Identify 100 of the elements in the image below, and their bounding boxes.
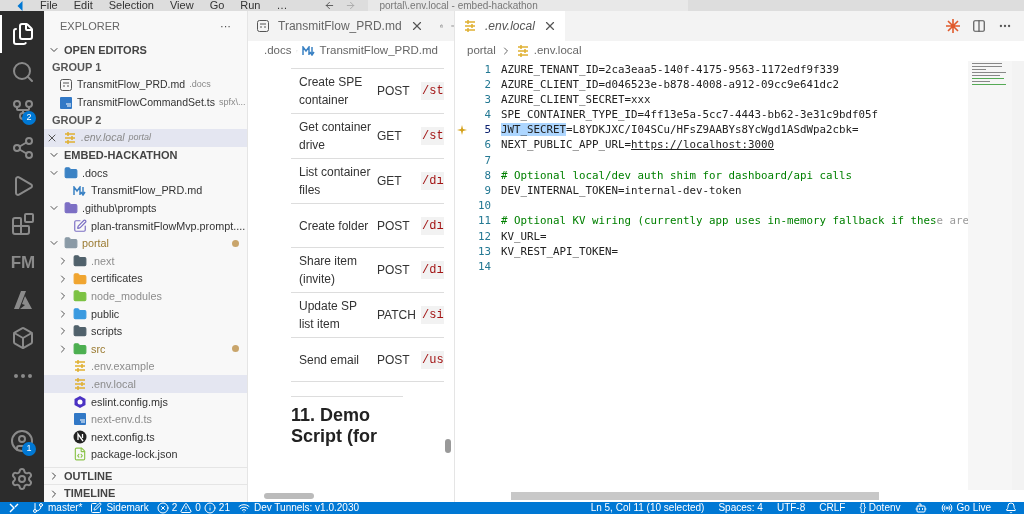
table-cell-text: Share item (invite) bbox=[298, 253, 359, 288]
tree-item[interactable]: portal bbox=[44, 234, 247, 253]
split-editor-icon[interactable] bbox=[972, 19, 986, 33]
code-line: KV_URL= bbox=[501, 228, 547, 245]
azure-icon[interactable] bbox=[11, 288, 35, 312]
menu-item[interactable]: View bbox=[169, 0, 194, 11]
sidemark-button[interactable]: Sidemark bbox=[86, 502, 153, 514]
open-editor-item[interactable]: TransmitFlowCommandSet.ts spfx\... bbox=[44, 93, 247, 112]
tree-item[interactable]: public bbox=[44, 304, 247, 323]
tunnels-button[interactable]: Dev Tunnels: v1.0.2030 bbox=[233, 502, 364, 514]
line-number: 4 bbox=[483, 107, 491, 124]
status-item[interactable]: Spaces: 4 bbox=[711, 502, 770, 514]
sparkle-icon[interactable] bbox=[457, 125, 467, 136]
scrollbar-thumb[interactable] bbox=[445, 439, 451, 453]
tree-item[interactable]: package-lock.json bbox=[44, 445, 247, 464]
eslint-icon bbox=[73, 394, 87, 409]
file-path: spfx\... bbox=[218, 95, 246, 109]
folder-icon bbox=[73, 271, 87, 286]
box-icon[interactable] bbox=[11, 326, 35, 350]
tree-item[interactable]: .github\prompts bbox=[44, 199, 247, 217]
branch-button[interactable]: master* bbox=[28, 502, 87, 514]
files-icon[interactable] bbox=[11, 22, 35, 46]
code-line: AZURE_CLIENT_SECRET=xxx bbox=[501, 91, 651, 108]
status-item[interactable]: UTF-8 bbox=[769, 502, 813, 514]
section-header[interactable]: EMBED-HACKATHON bbox=[44, 146, 247, 165]
env-icon bbox=[63, 130, 77, 145]
file-name: src bbox=[91, 341, 106, 357]
json-icon bbox=[73, 447, 87, 462]
menu-item[interactable]: Go bbox=[209, 0, 225, 11]
section-heading: 11. Demo Script (for bbox=[291, 405, 378, 447]
code-line: DEV_INTERNAL_TOKEN=internal-dev-token bbox=[501, 183, 742, 199]
tree-item[interactable]: .docs bbox=[44, 164, 247, 182]
more-button[interactable]: ··· bbox=[220, 17, 231, 35]
nextjs-icon bbox=[73, 429, 87, 444]
section-header[interactable]: OUTLINE bbox=[44, 466, 247, 485]
table-cell-text: List container files bbox=[298, 164, 372, 199]
breadcrumb-item[interactable]: TransmitFlow_PRD.md bbox=[319, 42, 438, 60]
file-path: portal bbox=[128, 131, 152, 144]
tree-item[interactable]: next.config.ts bbox=[44, 428, 247, 446]
folder-icon bbox=[64, 236, 78, 251]
breadcrumb-item[interactable]: .docs bbox=[264, 42, 292, 60]
section-title: TIMELINE bbox=[64, 486, 116, 502]
scrollbar-thumb[interactable] bbox=[511, 492, 879, 500]
file-name: portal bbox=[82, 236, 109, 252]
branch-icon[interactable] bbox=[11, 98, 35, 122]
menu-item[interactable]: File bbox=[40, 0, 58, 11]
problems-button[interactable]: 2 0 21 bbox=[152, 502, 234, 514]
code-line: # Optional local/dev auth shim for dashboard/api calls bbox=[501, 167, 852, 184]
env-icon bbox=[515, 44, 530, 58]
line-number: 10 bbox=[477, 198, 491, 215]
file-name: .docs bbox=[82, 165, 108, 181]
code-span: /st bbox=[421, 127, 444, 145]
section-header[interactable]: OPEN EDITORS bbox=[44, 41, 247, 59]
tree-item[interactable]: certificates bbox=[44, 269, 247, 288]
editor-tab[interactable]: .env.local bbox=[455, 11, 565, 41]
status-item[interactable]: {} Dotenv bbox=[852, 502, 908, 514]
table-cell-text: POST bbox=[376, 262, 411, 279]
table-cell-text: Create SPE container bbox=[298, 74, 364, 109]
table-cell-text: POST bbox=[376, 83, 411, 100]
file-name: .next bbox=[91, 253, 115, 269]
folder-icon bbox=[64, 201, 78, 216]
env-icon bbox=[463, 19, 477, 33]
menu-item[interactable]: Edit bbox=[73, 0, 93, 11]
table-cell-text: GET bbox=[376, 173, 403, 190]
file-name: node_modules bbox=[91, 289, 162, 304]
settings-icon[interactable] bbox=[10, 467, 34, 491]
folder-icon bbox=[73, 306, 87, 321]
open-editor-item[interactable]: TransmitFlow_PRD.md .docs bbox=[44, 76, 247, 94]
file-name: TransmitFlowCommandSet.ts bbox=[77, 94, 215, 110]
tree-item[interactable]: src bbox=[44, 340, 247, 358]
scrollbar-thumb[interactable] bbox=[264, 493, 314, 499]
sparkle-icon[interactable] bbox=[946, 19, 960, 33]
markdown-icon bbox=[301, 46, 316, 56]
tree-item[interactable]: plan-transmitFlowMvp.prompt.... bbox=[44, 216, 247, 235]
share-icon[interactable] bbox=[11, 136, 35, 160]
count-badge: 1 bbox=[22, 442, 36, 456]
file-name: certificates bbox=[91, 271, 143, 287]
breadcrumb-item[interactable]: portal bbox=[467, 42, 496, 60]
fm-icon[interactable]: FM bbox=[10, 253, 36, 271]
code-span: /st bbox=[421, 82, 444, 100]
menu-item[interactable]: … bbox=[276, 0, 288, 11]
menu-item[interactable]: Run bbox=[240, 0, 261, 11]
table-cell-text: PATCH bbox=[376, 307, 417, 324]
status-item[interactable]: Ln 5, Col 11 (10 selected) bbox=[583, 502, 712, 514]
search-icon[interactable] bbox=[11, 60, 35, 84]
folder-icon bbox=[73, 289, 87, 304]
line-number: 1 bbox=[483, 61, 491, 78]
status-item[interactable]: CRLF bbox=[812, 502, 853, 514]
menu-item[interactable]: Selection bbox=[108, 0, 154, 11]
env-icon bbox=[73, 359, 87, 374]
folder-icon bbox=[73, 341, 87, 356]
count-badge: 2 bbox=[22, 111, 36, 125]
back-icon[interactable] bbox=[323, 0, 335, 11]
tree-item[interactable]: eslint.config.mjs bbox=[44, 392, 247, 411]
breadcrumb-item[interactable]: .env.local bbox=[533, 42, 582, 60]
extensions-icon[interactable] bbox=[11, 212, 35, 236]
go-live-button[interactable]: Go Live bbox=[933, 502, 998, 514]
tree-item[interactable]: TransmitFlow_PRD.md bbox=[44, 181, 247, 200]
tree-item[interactable]: scripts bbox=[44, 322, 247, 341]
command-center[interactable]: portal\.env.local - embed-hackathon bbox=[367, 0, 688, 11]
